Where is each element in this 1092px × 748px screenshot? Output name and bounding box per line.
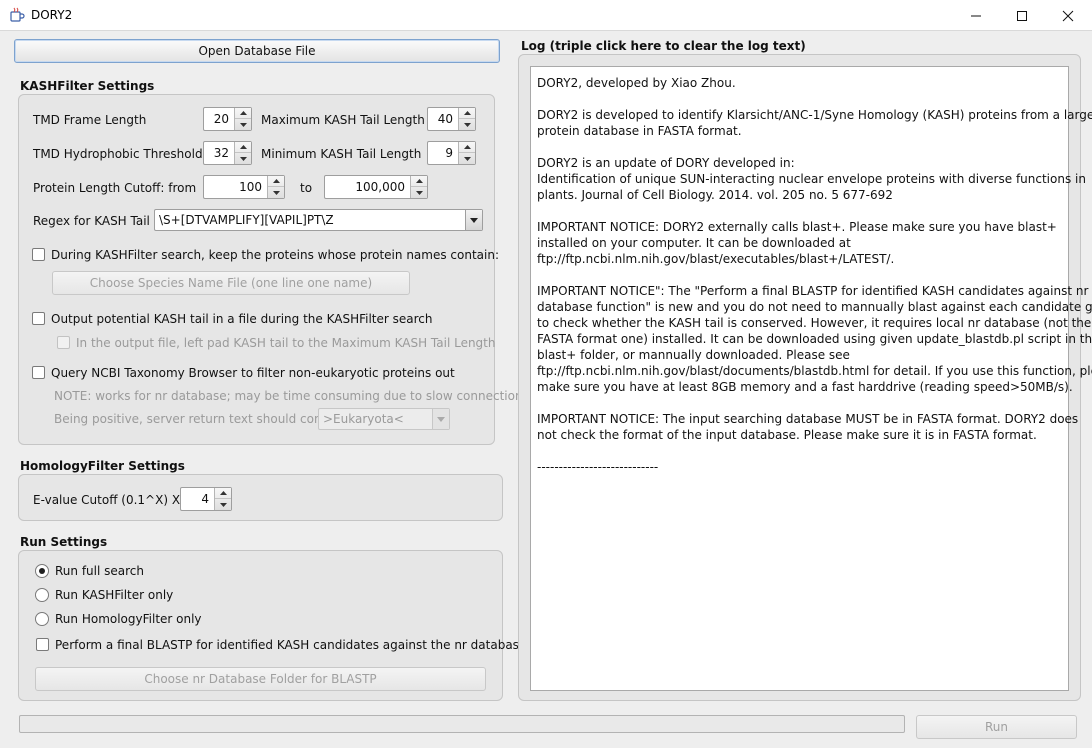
tmd-frame-value[interactable]: 20 [214, 112, 229, 126]
left-pad-checkbox[interactable] [57, 336, 70, 349]
run-kash-label: Run KASHFilter only [55, 588, 174, 602]
log-header[interactable]: Log (triple click here to clear the log … [521, 39, 806, 53]
spinner-down-icon[interactable] [411, 187, 427, 198]
output-tail-label: Output potential KASH tail in a file dur… [51, 312, 433, 326]
maximize-icon [1017, 10, 1027, 21]
blastp-checkbox[interactable] [36, 638, 49, 651]
spinner-up-icon[interactable] [235, 108, 251, 119]
min-tail-spinner[interactable]: 9 [427, 141, 476, 165]
homology-section-title: HomologyFilter Settings [20, 459, 185, 473]
log-line: DORY2 is an update of DORY developed in: [537, 156, 795, 170]
ncbi-checkbox[interactable] [32, 366, 45, 379]
chevron-down-icon[interactable] [465, 210, 482, 230]
run-button[interactable]: Run [916, 715, 1077, 739]
regex-combo[interactable]: \S+[DTVAMPLIFY][VAPIL]PT\Z [154, 209, 483, 231]
log-textarea[interactable]: DORY2, developed by Xiao Zhou. DORY2 is … [530, 66, 1092, 691]
evalue-value[interactable]: 4 [201, 492, 209, 506]
length-to-label: to [300, 181, 313, 195]
ncbi-label: Query NCBI Taxonomy Browser to filter no… [51, 366, 455, 380]
keep-names-checkbox[interactable] [32, 248, 45, 261]
positive-value[interactable]: >Eukaryota< [323, 412, 404, 426]
log-line: ---------------------------- [537, 460, 659, 474]
title-bar: DORY2 [0, 0, 1092, 31]
tmd-hydro-value[interactable]: 32 [214, 146, 229, 160]
spinner-down-icon[interactable] [459, 119, 475, 130]
length-to-spinner[interactable]: 100,000 [324, 175, 428, 199]
log-line: to check whether the KASH tail is conser… [537, 316, 1092, 330]
log-line: database function" is new and you do not… [537, 300, 1092, 314]
positive-label: Being positive, server return text shoul… [54, 412, 345, 426]
blastp-label: Perform a final BLASTP for identified KA… [55, 638, 527, 652]
log-line: protein database in FASTA format. [537, 124, 742, 138]
log-line: ftp://ftp.ncbi.nlm.nih.gov/blast/documen… [537, 364, 1092, 378]
run-homology-label: Run HomologyFilter only [55, 612, 202, 626]
spinner-up-icon[interactable] [459, 108, 475, 119]
close-button[interactable] [1045, 0, 1091, 31]
min-tail-label: Minimum KASH Tail Length [261, 147, 422, 161]
log-line: Identification of unique SUN-interacting… [537, 172, 1086, 186]
length-cutoff-label: Protein Length Cutoff: from [33, 181, 197, 195]
ncbi-note: NOTE: works for nr database; may be time… [54, 389, 523, 403]
tmd-frame-spinner[interactable]: 20 [203, 107, 252, 131]
run-kash-radio[interactable] [35, 588, 49, 602]
log-line: IMPORTANT NOTICE": The "Perform a final … [537, 284, 1089, 298]
spinner-up-icon[interactable] [215, 488, 231, 499]
log-line: make sure you have at least 8GB memory a… [537, 380, 1073, 394]
run-homology-radio[interactable] [35, 612, 49, 626]
minimize-icon [971, 15, 981, 16]
window-title: DORY2 [31, 8, 73, 22]
run-section-title: Run Settings [20, 535, 108, 549]
tmd-hydro-label: TMD Hydrophobic Threshold [33, 147, 203, 161]
log-line: installed on your computer. It can be do… [537, 236, 851, 250]
spinner-up-icon[interactable] [235, 142, 251, 153]
log-line: DORY2 is developed to identify Klarsicht… [537, 108, 1092, 122]
spinner-up-icon[interactable] [459, 142, 475, 153]
run-full-label: Run full search [55, 564, 144, 578]
evalue-spinner[interactable]: 4 [180, 487, 232, 511]
evalue-label: E-value Cutoff (0.1^X) X= [33, 493, 191, 507]
log-line: IMPORTANT NOTICE: The input searching da… [537, 412, 1079, 426]
open-database-button[interactable]: Open Database File [14, 39, 500, 63]
length-to-value[interactable]: 100,000 [355, 180, 405, 194]
max-tail-value[interactable]: 40 [438, 112, 453, 126]
log-line: FASTA format one) installed. It can be d… [537, 332, 1092, 346]
spinner-up-icon[interactable] [268, 176, 284, 187]
log-line: DORY2, developed by Xiao Zhou. [537, 76, 736, 90]
choose-nr-folder-button[interactable]: Choose nr Database Folder for BLASTP [35, 667, 486, 691]
spinner-down-icon[interactable] [235, 119, 251, 130]
run-full-radio[interactable] [35, 564, 49, 578]
min-tail-value[interactable]: 9 [445, 146, 453, 160]
log-line: not check the format of the input databa… [537, 428, 1037, 442]
coffee-cup-icon [9, 7, 25, 23]
log-line: plants. Journal of Cell Biology. 2014. v… [537, 188, 893, 202]
choose-species-button[interactable]: Choose Species Name File (one line one n… [52, 271, 410, 295]
spinner-up-icon[interactable] [411, 176, 427, 187]
left-pad-label: In the output file, left pad KASH tail t… [76, 336, 496, 350]
max-tail-spinner[interactable]: 40 [427, 107, 476, 131]
spinner-down-icon[interactable] [268, 187, 284, 198]
output-tail-checkbox[interactable] [32, 312, 45, 325]
spinner-down-icon[interactable] [459, 153, 475, 164]
length-from-spinner[interactable]: 100 [203, 175, 285, 199]
maximize-button[interactable] [999, 0, 1045, 31]
length-from-value[interactable]: 100 [239, 180, 262, 194]
log-line: ftp://ftp.ncbi.nlm.nih.gov/blast/executa… [537, 252, 895, 266]
max-tail-label: Maximum KASH Tail Length [261, 113, 425, 127]
regex-value[interactable]: \S+[DTVAMPLIFY][VAPIL]PT\Z [159, 213, 334, 227]
log-line: blast+ folder, or mannually downloaded. … [537, 348, 850, 362]
spinner-down-icon[interactable] [235, 153, 251, 164]
regex-label: Regex for KASH Tail [33, 214, 150, 228]
chevron-down-icon[interactable] [432, 409, 449, 429]
progress-bar [19, 715, 905, 733]
keep-names-label: During KASHFilter search, keep the prote… [51, 248, 499, 262]
close-icon [1062, 10, 1074, 21]
kashfilter-section-title: KASHFilter Settings [20, 79, 155, 93]
tmd-hydro-spinner[interactable]: 32 [203, 141, 252, 165]
tmd-frame-label: TMD Frame Length [33, 113, 147, 127]
log-line: IMPORTANT NOTICE: DORY2 externally calls… [537, 220, 1057, 234]
spinner-down-icon[interactable] [215, 499, 231, 510]
positive-combo[interactable]: >Eukaryota< [318, 408, 450, 430]
minimize-button[interactable] [953, 0, 999, 31]
